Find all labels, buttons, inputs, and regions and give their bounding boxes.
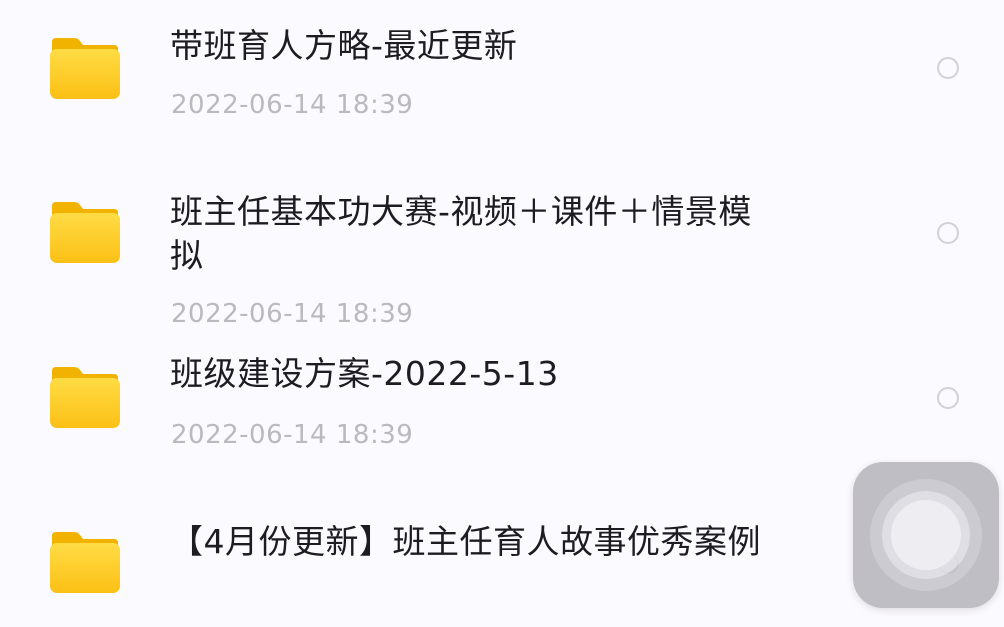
file-name: 班主任基本功大赛-视频＋课件＋情景模拟 <box>170 192 752 275</box>
select-radio[interactable] <box>937 387 959 409</box>
folder-icon <box>50 202 120 263</box>
assistive-touch-core <box>891 500 961 570</box>
file-date: 2022-06-14 18:39 <box>171 90 414 120</box>
select-radio[interactable] <box>937 222 959 244</box>
list-item[interactable]: 班主任基本功大赛-视频＋课件＋情景模拟 2022-06-14 18:39 <box>0 150 1004 340</box>
assistive-touch-button[interactable] <box>853 462 999 608</box>
file-name: 班级建设方案-2022-5-13 <box>170 354 559 393</box>
file-name: 带班育人方略-最近更新 <box>170 26 518 65</box>
select-radio[interactable] <box>937 57 959 79</box>
file-name: 【4月份更新】班主任育人故事优秀案例 <box>170 522 761 561</box>
list-item[interactable]: 带班育人方略-最近更新 2022-06-14 18:39 <box>0 0 1004 150</box>
file-date: 2022-06-14 18:39 <box>171 299 414 329</box>
folder-icon <box>50 367 120 428</box>
file-date: 2022-06-14 18:39 <box>171 420 414 450</box>
file-list: 带班育人方略-最近更新 2022-06-14 18:39 班主任基本功大赛-视频… <box>0 0 1004 627</box>
folder-icon <box>50 38 120 99</box>
folder-icon <box>50 532 120 593</box>
list-item[interactable]: 班级建设方案-2022-5-13 2022-06-14 18:39 <box>0 340 1004 470</box>
